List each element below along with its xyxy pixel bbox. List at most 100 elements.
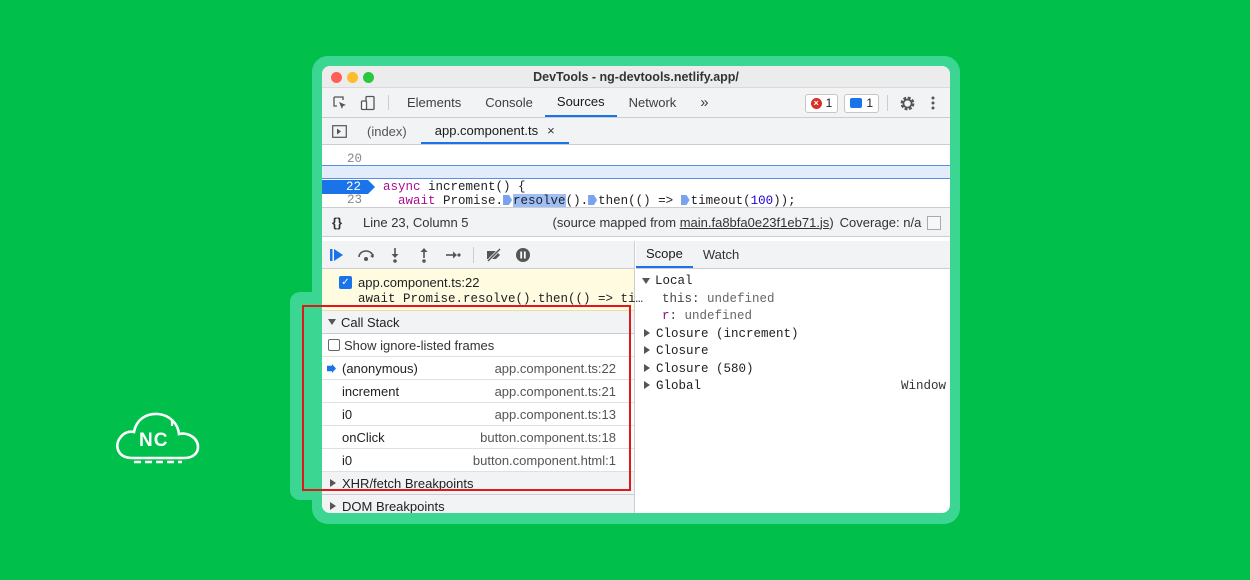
status-dropdown-button[interactable] (927, 216, 941, 230)
show-ignore-listed-checkbox[interactable] (328, 339, 340, 351)
step-over-icon[interactable] (357, 246, 375, 264)
code-line: 21 async increment() { (322, 152, 950, 194)
code-line: 24 this.counter = this.counter + (+x || … (322, 193, 950, 207)
step-icon[interactable] (444, 246, 462, 264)
toolbar-divider (887, 95, 888, 111)
errors-count: 1 (825, 96, 833, 110)
code-line: 20 (322, 145, 950, 166)
devtools-window: DevTools - ng-devtools.netlify.app/ Elem… (322, 66, 950, 513)
tab-sources[interactable]: Sources (544, 88, 617, 117)
code-editor[interactable]: 20 21 async increment() { 22 await Promi… (322, 145, 950, 207)
frame-name: increment (342, 383, 400, 399)
frame-location: button.component.ts:18 (480, 429, 616, 445)
code-line-current: 22 await Promise. resolve(). then(() => ti… (322, 165, 950, 207)
step-into-icon[interactable] (386, 246, 404, 264)
scope-pane: Scope Watch Local this: undefined r: und… (636, 241, 950, 513)
tab-elements[interactable]: Elements (395, 88, 473, 117)
more-tabs-button[interactable]: » (688, 88, 720, 117)
tab-network[interactable]: Network (617, 88, 689, 117)
breakpoint-checkbox[interactable]: ✓ (339, 276, 352, 289)
paused-location-panel: ✓ app.component.ts:22 await Promise.reso… (322, 269, 643, 311)
frame-name: i0 (342, 406, 353, 422)
scope-tabs: Scope Watch (636, 241, 950, 269)
messages-badge[interactable]: 1 (844, 93, 879, 113)
collapsed-triangle-icon (330, 479, 336, 487)
call-frame-current[interactable]: (anonymous) app.component.ts:22 (322, 357, 634, 380)
device-toolbar-icon[interactable] (354, 88, 382, 117)
toolbar-divider (388, 95, 389, 110)
file-tabs-bar: (index) app.component.ts × (322, 118, 950, 145)
call-frame[interactable]: increment app.component.ts:21 (322, 380, 634, 403)
file-tab-app-component[interactable]: app.component.ts × (420, 118, 569, 144)
scope-closure[interactable]: Closure (636, 343, 950, 361)
kebab-menu-icon[interactable] (924, 96, 942, 110)
call-frame[interactable]: i0 button.component.html:1 (322, 449, 634, 472)
settings-gear-icon[interactable] (896, 95, 918, 112)
xhr-breakpoints-header[interactable]: XHR/fetch Breakpoints (322, 472, 634, 495)
close-file-tab-button[interactable]: × (547, 123, 555, 138)
coverage-info: Coverage: n/a (839, 214, 922, 230)
pretty-print-button[interactable]: {} (332, 215, 354, 230)
message-icon (850, 98, 863, 108)
debugger-panes: ✓ app.component.ts:22 await Promise.reso… (322, 241, 950, 513)
show-ignore-listed-toggle[interactable]: Show ignore-listed frames (322, 334, 634, 357)
deactivate-breakpoints-icon[interactable] (485, 246, 503, 264)
frame-location: button.component.html:1 (472, 452, 616, 468)
collapsed-triangle-icon (644, 346, 650, 354)
expand-triangle-icon (642, 278, 650, 284)
collapsed-triangle-icon (644, 328, 650, 337)
error-icon: × (810, 97, 822, 109)
scope-property[interactable]: this: undefined (636, 291, 950, 309)
file-tab-index[interactable]: (index) (353, 118, 421, 144)
toggle-navigator-icon[interactable] (325, 118, 353, 144)
dom-breakpoints-title: DOM Breakpoints (342, 498, 445, 514)
toolbar-divider (473, 246, 474, 263)
frame-location: app.component.ts:13 (494, 406, 616, 422)
current-frame-arrow-icon (327, 364, 336, 373)
tab-watch[interactable]: Watch (693, 241, 749, 268)
code-line: 23 const x = await (await fetch('/random… (322, 179, 950, 207)
scope-global[interactable]: Global Window (636, 378, 950, 396)
file-tab-label: app.component.ts (434, 122, 539, 138)
scope-tree: Local this: undefined r: undefined Closu… (636, 269, 950, 396)
paused-location[interactable]: app.component.ts:22 (358, 275, 479, 290)
frame-location: app.component.ts:22 (494, 360, 616, 376)
source-map-info: (source mapped from main.fa8bfa0e23f1eb7… (552, 214, 834, 230)
xhr-breakpoints-title: XHR/fetch Breakpoints (342, 475, 474, 491)
frame-name: (anonymous) (342, 360, 418, 376)
resume-icon[interactable] (328, 246, 346, 264)
frame-name: onClick (342, 429, 385, 445)
editor-status-bar: {} Line 23, Column 5 (source mapped from… (322, 207, 950, 237)
source-map-link[interactable]: main.fa8bfa0e23f1eb71.js (680, 215, 830, 230)
collapsed-triangle-icon (644, 363, 650, 372)
main-toolbar: Elements Console Sources Network » × 1 1 (322, 88, 950, 118)
collapsed-triangle-icon (644, 381, 650, 389)
pause-on-exceptions-icon[interactable] (514, 246, 532, 264)
scope-closure[interactable]: Closure (580) (636, 361, 950, 379)
tab-console[interactable]: Console (473, 88, 545, 117)
inspect-element-icon[interactable] (326, 88, 354, 117)
call-frame[interactable]: i0 app.component.ts:13 (322, 403, 634, 426)
scope-local[interactable]: Local (636, 273, 950, 291)
step-out-icon[interactable] (415, 246, 433, 264)
expand-triangle-icon (328, 319, 336, 325)
call-stack-title: Call Stack (341, 314, 400, 330)
messages-count: 1 (866, 96, 873, 110)
scope-property[interactable]: r: undefined (636, 308, 950, 326)
debugger-controls (322, 241, 634, 269)
cursor-position: Line 23, Column 5 (363, 214, 469, 230)
frame-name: i0 (342, 452, 353, 468)
title-bar: DevTools - ng-devtools.netlify.app/ (322, 66, 950, 88)
logo-text: NC (139, 430, 169, 451)
call-stack-header[interactable]: Call Stack (322, 311, 634, 334)
debugger-sidebar: ✓ app.component.ts:22 await Promise.reso… (322, 241, 643, 513)
collapsed-triangle-icon (330, 502, 336, 510)
scope-closure[interactable]: Closure (increment) (636, 326, 950, 344)
paused-code: await Promise.resolve().then(() => ti… (358, 292, 644, 306)
errors-badge[interactable]: × 1 (804, 93, 839, 113)
show-ignore-listed-label: Show ignore-listed frames (344, 337, 495, 353)
tab-scope[interactable]: Scope (636, 241, 693, 268)
dom-breakpoints-header[interactable]: DOM Breakpoints (322, 495, 634, 513)
call-frame[interactable]: onClick button.component.ts:18 (322, 426, 634, 449)
window-title: DevTools - ng-devtools.netlify.app/ (533, 70, 739, 84)
